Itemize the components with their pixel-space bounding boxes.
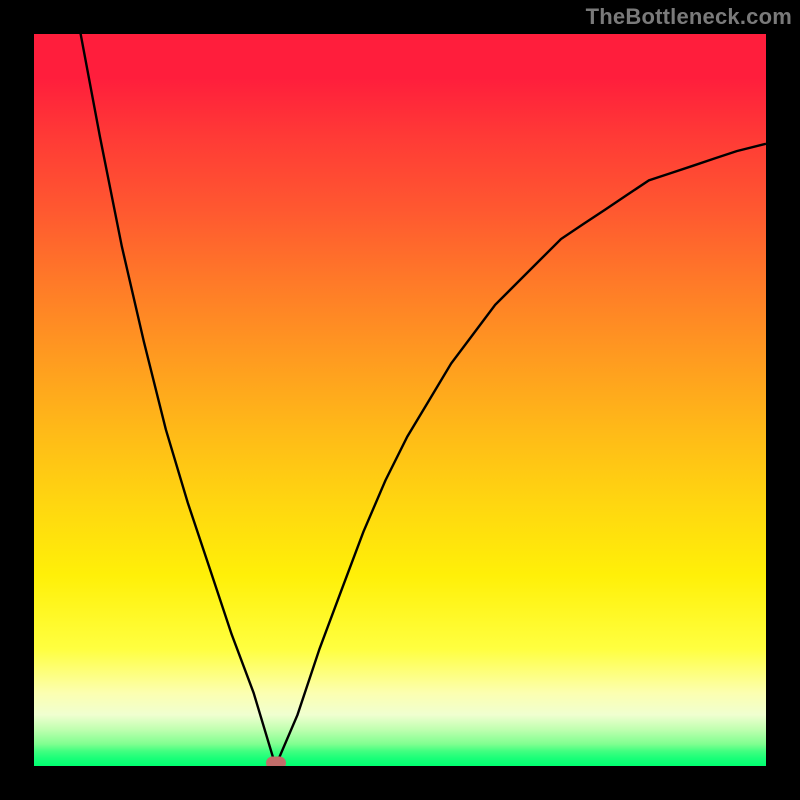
plot-area <box>34 34 766 766</box>
gradient-background <box>34 34 766 766</box>
chart-frame: TheBottleneck.com <box>0 0 800 800</box>
watermark-text: TheBottleneck.com <box>586 4 792 30</box>
